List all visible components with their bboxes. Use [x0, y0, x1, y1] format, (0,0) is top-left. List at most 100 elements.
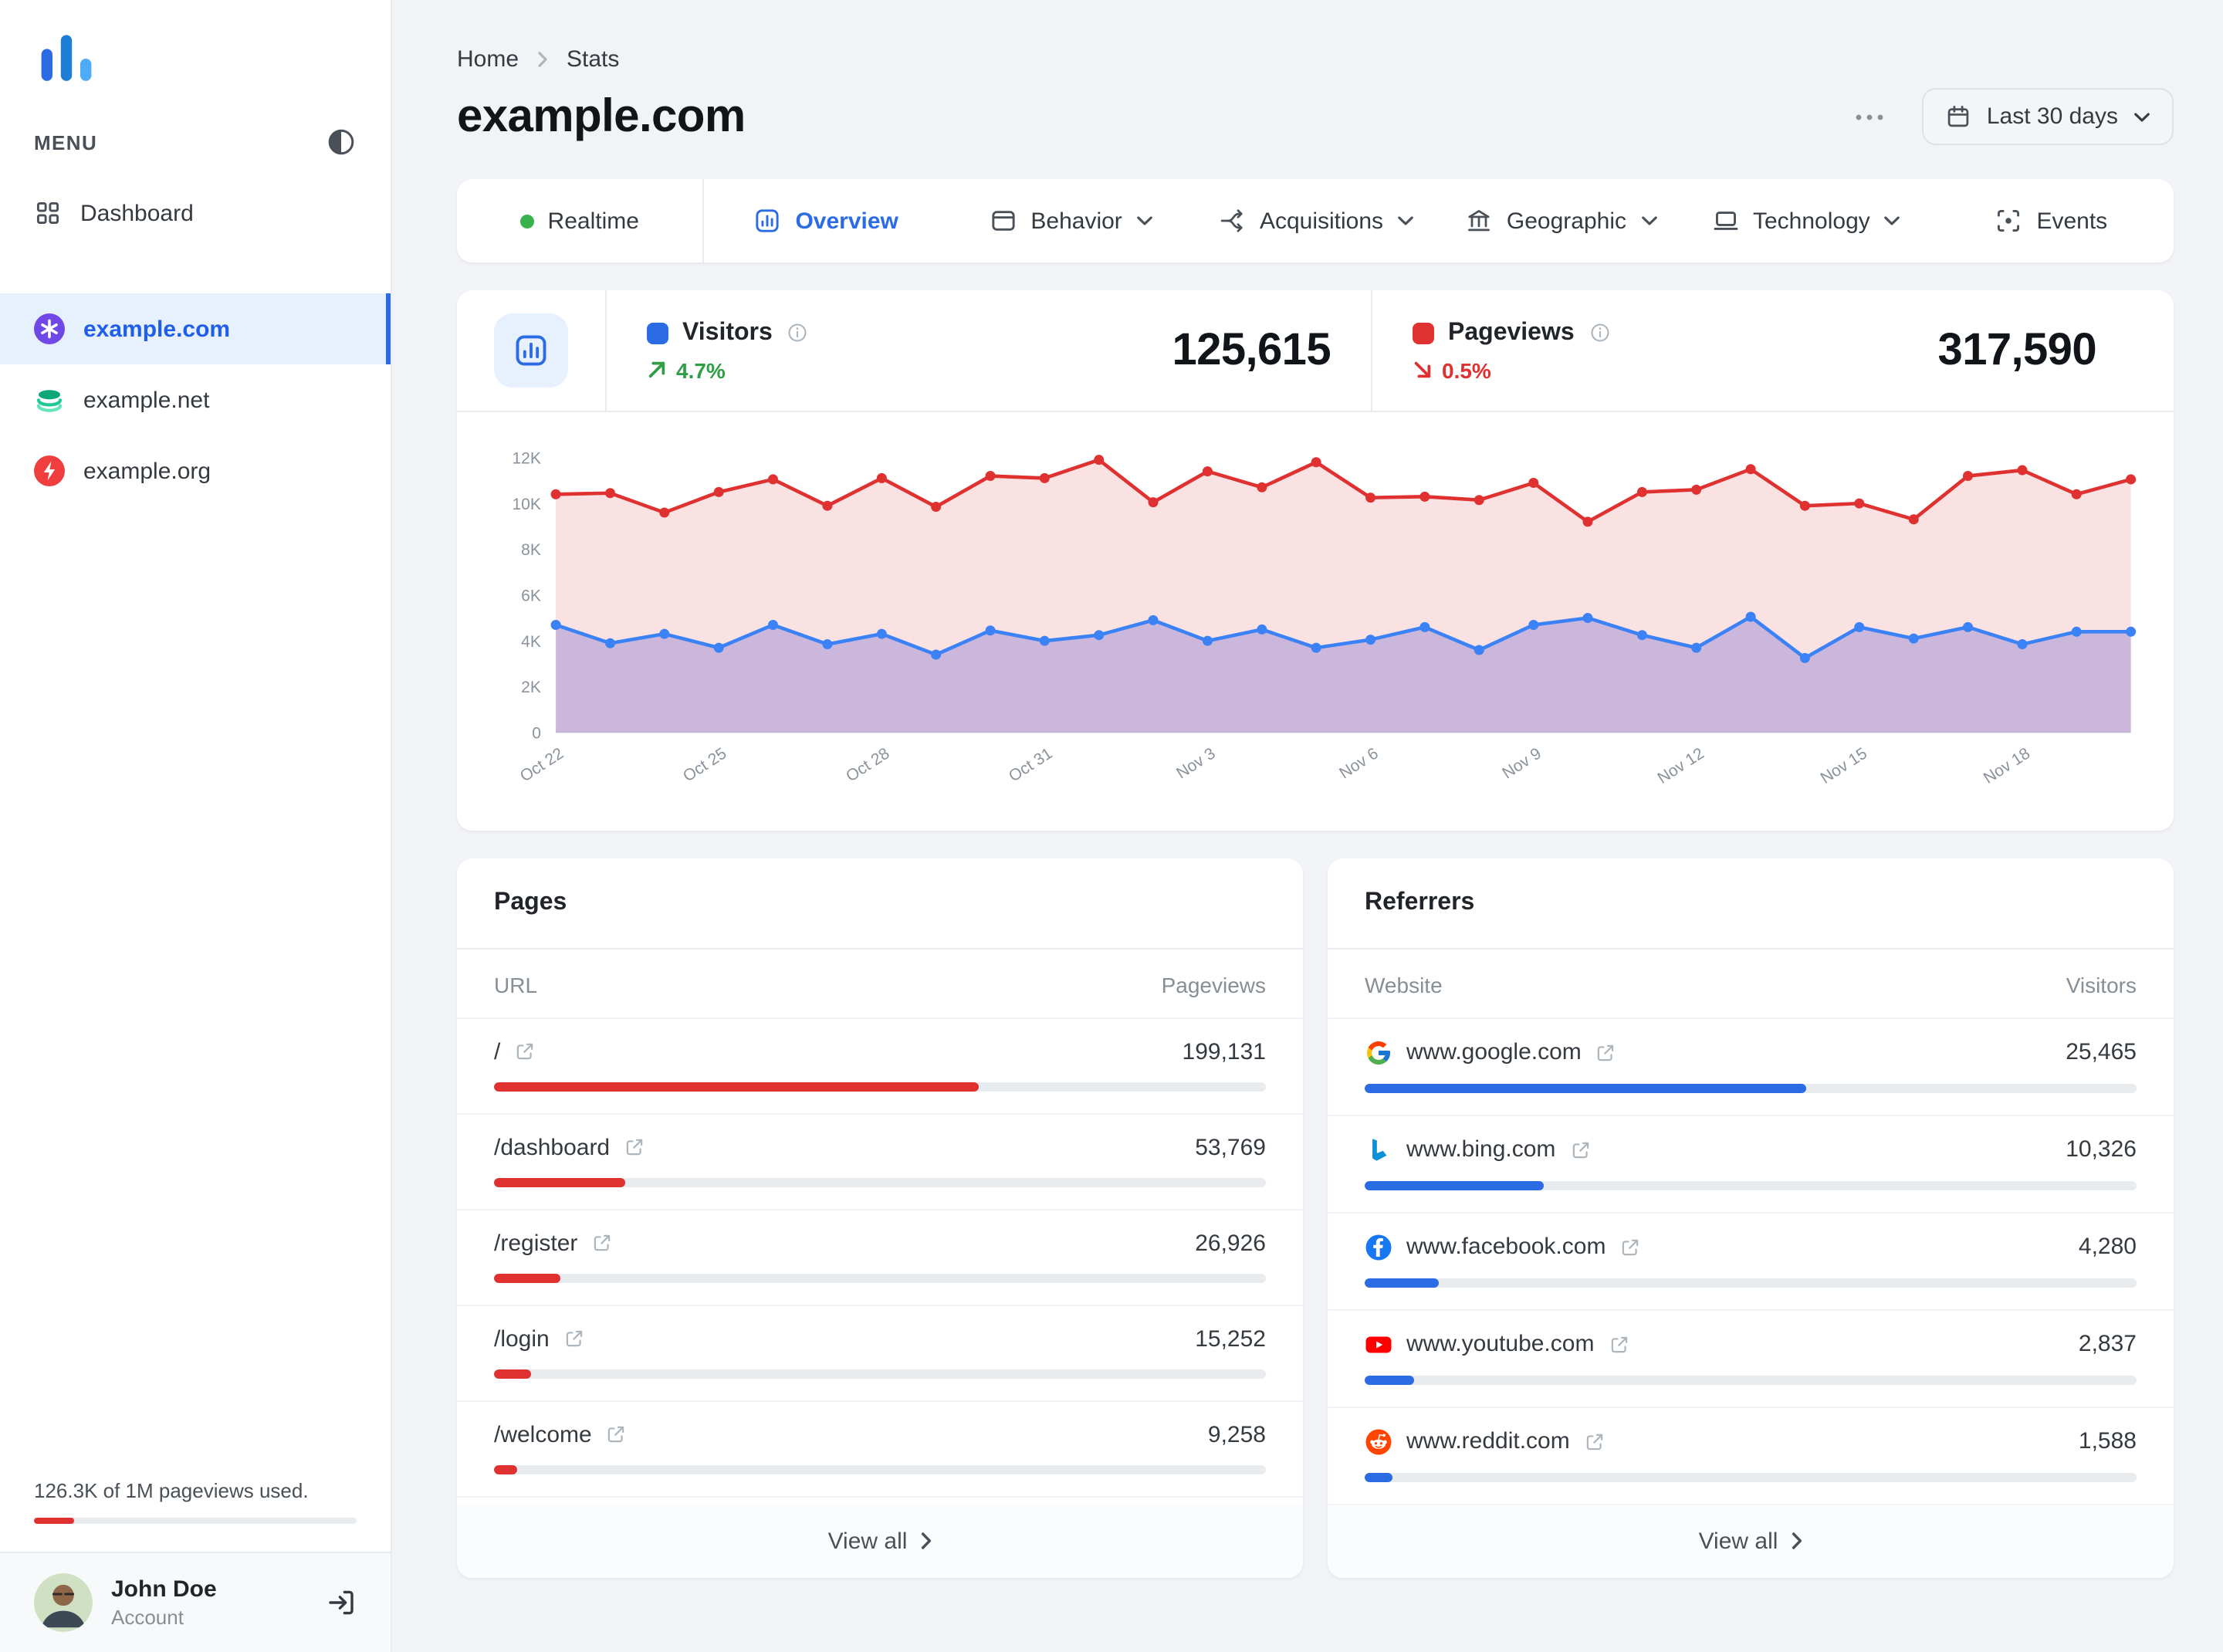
- svg-text:Oct 25: Oct 25: [680, 744, 730, 785]
- site-teal-icon: [34, 384, 65, 415]
- bar-fill: [494, 1273, 560, 1283]
- visitors-stat: Visitors 4.7% 125,615: [607, 319, 1371, 382]
- external-link-icon[interactable]: [514, 1041, 536, 1063]
- bar-track: [494, 1464, 1266, 1474]
- page-row: / 199,131: [457, 1019, 1303, 1115]
- tab-overview[interactable]: Overview: [703, 179, 948, 262]
- referrer-row: www.facebook.com 4,280: [1328, 1214, 2174, 1311]
- page-row: /welcome 9,258: [457, 1402, 1303, 1498]
- pageviews-label: Pageviews: [1448, 319, 1575, 345]
- referrer-site-link[interactable]: www.reddit.com: [1365, 1428, 1606, 1456]
- detail-cards: Pages URL Pageviews / 199,131/dashboard 53…: [457, 858, 2174, 1578]
- technology-icon: [1711, 207, 1739, 235]
- page-url-link[interactable]: /register: [494, 1231, 613, 1257]
- referrer-site-link[interactable]: www.google.com: [1365, 1039, 1617, 1067]
- traffic-chart-svg: 0 2K 4K 6K 8K 10K 12K Oct 22 Oct 25 Oct 28 Oct 31 N…: [512, 449, 2137, 787]
- logout-icon[interactable]: [326, 1587, 357, 1618]
- date-range-button[interactable]: Last 30 days: [1921, 88, 2174, 145]
- view-all-label: View all: [1698, 1528, 1778, 1555]
- chart-stat-icon: [494, 313, 568, 388]
- chevron-right-icon: [1790, 1532, 1802, 1551]
- info-icon[interactable]: [787, 321, 810, 344]
- tab-label: Acquisitions: [1259, 208, 1384, 234]
- chevron-right-icon: [919, 1532, 932, 1551]
- trend-up-icon: [647, 360, 667, 380]
- external-link-icon[interactable]: [1595, 1042, 1617, 1064]
- site-red-icon: [34, 455, 65, 486]
- svg-text:10K: 10K: [512, 496, 540, 513]
- site-purple-icon: [34, 313, 65, 344]
- page-url-link[interactable]: /welcome: [494, 1422, 628, 1448]
- user-role: Account: [111, 1606, 184, 1629]
- referrer-site-link[interactable]: www.facebook.com: [1365, 1234, 1641, 1261]
- referrer-row: www.google.com 25,465: [1328, 1019, 2174, 1116]
- visitors-value: 2,837: [2078, 1331, 2137, 1358]
- referrer-site-link[interactable]: www.youtube.com: [1365, 1331, 1629, 1359]
- external-link-icon[interactable]: [1584, 1431, 1606, 1453]
- tab-acquisitions[interactable]: Acquisitions: [1193, 179, 1438, 262]
- theme-toggle-icon[interactable]: [326, 127, 357, 157]
- overview-icon: [753, 207, 781, 235]
- external-link-icon[interactable]: [1569, 1139, 1591, 1161]
- pages-view-all-button[interactable]: View all: [457, 1505, 1303, 1578]
- tab-geographic[interactable]: Geographic: [1439, 179, 1683, 262]
- page-url-link[interactable]: /login: [494, 1326, 585, 1352]
- events-icon: [1995, 207, 2022, 235]
- external-link-icon[interactable]: [1619, 1237, 1641, 1258]
- tab-label: Overview: [795, 208, 898, 234]
- bar-track: [1365, 1083, 2137, 1093]
- realtime-dot-icon: [519, 214, 534, 228]
- bar-fill: [494, 1082, 978, 1092]
- external-link-icon[interactable]: [624, 1137, 645, 1159]
- external-link-icon[interactable]: [591, 1233, 613, 1254]
- pages-column-headers: URL Pageviews: [457, 950, 1303, 1019]
- tab-behavior[interactable]: Behavior: [949, 179, 1193, 262]
- visitors-label: Visitors: [682, 319, 773, 345]
- tab-technology[interactable]: Technology: [1683, 179, 1928, 262]
- svg-text:8K: 8K: [521, 541, 541, 559]
- visitors-value: 125,615: [1172, 325, 1331, 374]
- svg-text:4K: 4K: [521, 633, 541, 651]
- info-icon[interactable]: [1589, 321, 1612, 344]
- pageviews-value: 53,769: [1195, 1134, 1266, 1161]
- external-link-icon[interactable]: [1608, 1334, 1629, 1356]
- tab-label: Technology: [1753, 208, 1870, 234]
- referrer-site-link[interactable]: www.bing.com: [1365, 1136, 1591, 1164]
- tab-realtime[interactable]: Realtime: [457, 179, 704, 262]
- more-options-button[interactable]: [1845, 103, 1894, 130]
- breadcrumb-home[interactable]: Home: [457, 46, 519, 73]
- referrers-view-all-button[interactable]: View all: [1328, 1505, 2174, 1578]
- pages-card: Pages URL Pageviews / 199,131/dashboard 53…: [457, 858, 1303, 1578]
- referrer-row: www.bing.com 10,326: [1328, 1116, 2174, 1214]
- sidebar-item-example.com[interactable]: example.com: [0, 293, 391, 364]
- traffic-chart: 0 2K 4K 6K 8K 10K 12K Oct 22 Oct 25 Oct 28 Oct 31 N…: [457, 412, 2174, 831]
- tab-label: Events: [2036, 208, 2108, 234]
- account-section[interactable]: John Doe Account: [0, 1552, 391, 1652]
- referrers-card-title: Referrers: [1328, 858, 2174, 950]
- svg-text:2K: 2K: [521, 679, 541, 696]
- external-link-icon[interactable]: [606, 1424, 628, 1446]
- reddit-icon: [1365, 1428, 1392, 1456]
- sidebar-item-example.org[interactable]: example.org: [0, 435, 391, 506]
- tab-label: Behavior: [1030, 208, 1122, 234]
- site-label: example.net: [83, 387, 210, 413]
- referrer-row: www.reddit.com 1,588: [1328, 1408, 2174, 1505]
- more-dots-icon: [1856, 113, 1883, 120]
- page-url-link[interactable]: /dashboard: [494, 1135, 645, 1161]
- view-all-label: View all: [827, 1528, 908, 1555]
- sidebar-item-example.net[interactable]: example.net: [0, 364, 391, 435]
- date-range-label: Last 30 days: [1986, 103, 2118, 130]
- usage-summary: 126.3K of 1M pageviews used.: [0, 1479, 391, 1552]
- page-url-link[interactable]: /: [494, 1039, 536, 1065]
- external-link-icon[interactable]: [563, 1329, 585, 1350]
- pageviews-value: 317,590: [1937, 325, 2097, 374]
- usage-text: 126.3K of 1M pageviews used.: [34, 1479, 309, 1502]
- visitors-value: 1,588: [2078, 1428, 2137, 1455]
- pages-rows: /199,131/dashboard 53,769/register 26,926/…: [457, 1019, 1303, 1498]
- trend-down-icon: [1413, 360, 1433, 380]
- bar-fill: [1365, 1083, 1806, 1093]
- sidebar-item-dashboard[interactable]: Dashboard: [0, 182, 391, 244]
- tab-events[interactable]: Events: [1929, 179, 2174, 262]
- bar-fill: [1365, 1180, 1544, 1190]
- app-logo[interactable]: [34, 31, 357, 86]
